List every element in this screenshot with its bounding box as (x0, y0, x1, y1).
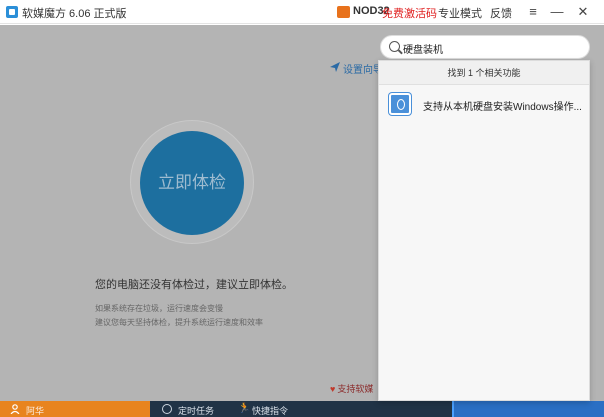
support-link[interactable]: ♥ 支持软媒 (330, 382, 373, 395)
bottom-right-panel[interactable] (452, 401, 604, 417)
bottom-bar: 阿华 定时任务 🏃 快捷指令 (0, 401, 604, 417)
pro-mode-button[interactable]: 专业模式 (438, 5, 482, 21)
nod32-icon[interactable] (337, 6, 350, 18)
runner-icon: 🏃 (238, 403, 251, 414)
hint-line-1: 如果系统存在垃圾，运行速度会变慢 (95, 304, 223, 313)
user-name: 阿华 (26, 406, 45, 416)
feedback-button[interactable]: 反馈 (490, 5, 512, 21)
user-icon (10, 404, 20, 414)
setup-guide-link[interactable]: 设置向导 (343, 61, 383, 76)
search-results-dropdown: 找到 1 个相关功能 支持从本机硬盘安装Windows操作... (378, 60, 590, 401)
clock-icon (162, 404, 172, 414)
results-count: 找到 1 个相关功能 (379, 61, 589, 85)
search-input[interactable]: 硬盘装机 (403, 41, 443, 56)
title-bar: 软媒魔方 6.06 正式版 NOD32 免费激活码 专业模式 反馈 ≡ — ✕ (0, 0, 604, 24)
menu-icon[interactable]: ≡ (524, 2, 542, 22)
guide-arrow-icon (330, 62, 340, 72)
result-label: 支持从本机硬盘安装Windows操作... (423, 102, 582, 113)
result-item[interactable]: 支持从本机硬盘安装Windows操作... (385, 89, 585, 119)
quick-command-button[interactable]: 快捷指令 (252, 404, 288, 417)
search-icon (389, 41, 400, 52)
close-icon[interactable]: ✕ (574, 2, 592, 22)
user-section[interactable]: 阿华 (0, 401, 150, 417)
heart-icon: ♥ (330, 384, 336, 394)
support-label: 支持软媒 (337, 384, 374, 394)
status-text: 您的电脑还没有体检过，建议立即体检。 (95, 279, 293, 291)
app-title: 软媒魔方 6.06 正式版 (22, 8, 127, 20)
power-icon (389, 93, 411, 115)
search-box[interactable]: 硬盘装机 (380, 35, 590, 59)
app-logo-icon (6, 6, 18, 18)
minimize-icon[interactable]: — (548, 2, 566, 22)
scheduled-task-button[interactable]: 定时任务 (178, 404, 214, 417)
hint-line-2: 建议您每天坚持体检，提升系统运行速度和效率 (95, 318, 263, 327)
check-now-button[interactable]: 立即体检 (140, 131, 244, 235)
nod32-promo-link[interactable]: 免费激活码 (382, 5, 437, 21)
